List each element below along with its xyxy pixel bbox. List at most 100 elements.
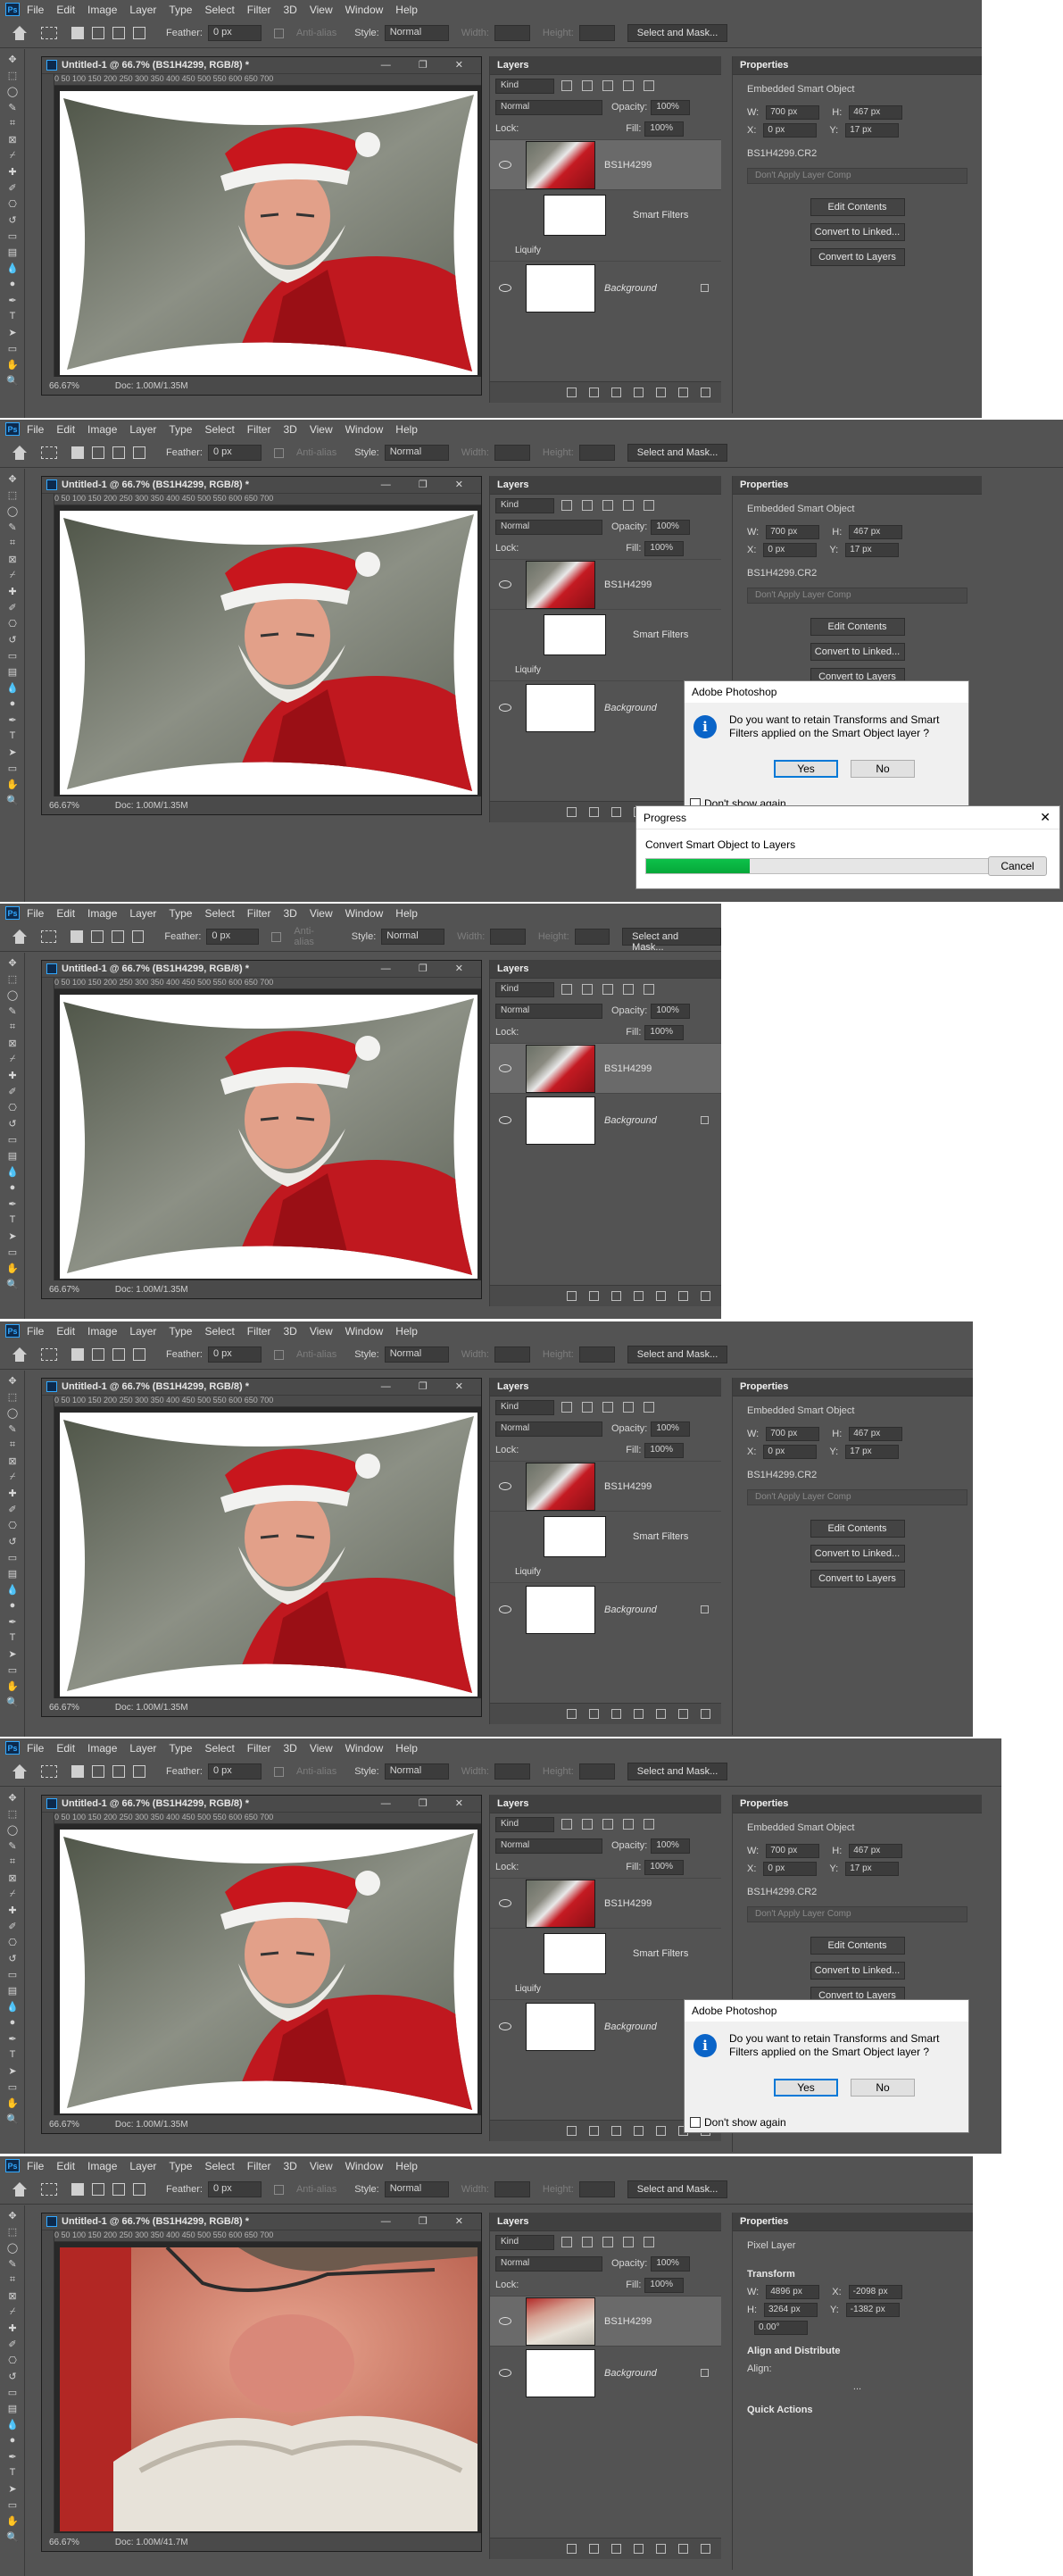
layer-row-background[interactable]: Background [490,1582,721,1636]
crop-tool-icon[interactable]: ⌗ [5,537,20,549]
smart-filters-row[interactable]: Smart Filters [490,1928,721,1978]
menu-image[interactable]: Image [87,1325,117,1338]
w-input[interactable]: 4896 px [766,2285,820,2299]
rectangle-tool-icon[interactable]: ▭ [5,2080,20,2093]
smart-object-filter-icon[interactable] [644,80,654,91]
height-input[interactable] [578,1346,615,1363]
adjustment-filter-icon[interactable] [582,500,593,511]
document-tab[interactable]: Untitled-1 @ 66.7% (BS1H4299, RGB/8) * — … [42,1379,481,1396]
pixel-filter-icon[interactable] [561,2237,572,2247]
menu-filter[interactable]: Filter [247,4,271,16]
zoom-tool-icon[interactable]: 🔍 [5,2113,20,2125]
quick-select-tool-icon[interactable]: ✎ [5,1839,20,1852]
subtract-selection-icon[interactable] [112,1765,125,1778]
type-filter-icon[interactable] [602,1819,613,1830]
kind-filter-select[interactable]: Kind [495,497,554,513]
height-input[interactable] [578,25,615,41]
window-controls[interactable]: — ❐ ✕ [381,963,476,974]
pen-tool-icon[interactable]: ✒ [5,1197,20,1210]
brush-tool-icon[interactable]: ✐ [5,601,20,613]
menu-image[interactable]: Image [87,1742,117,1755]
menu-file[interactable]: File [27,2160,44,2172]
hand-tool-icon[interactable]: ✋ [5,1680,20,1692]
menu-edit[interactable]: Edit [56,907,75,920]
pen-tool-icon[interactable]: ✒ [5,713,20,726]
x-input[interactable]: 0 px [763,543,818,557]
blur-tool-icon[interactable]: 💧 [5,681,20,694]
liquify-row[interactable]: Liquify [490,239,721,261]
menu-layer[interactable]: Layer [129,2160,156,2172]
x-input[interactable]: 0 px [763,1445,818,1459]
width-input[interactable] [494,445,530,461]
close-icon[interactable]: ✕ [1040,810,1051,825]
lasso-tool-icon[interactable]: ◯ [5,2241,20,2254]
adjustment-filter-icon[interactable] [582,1402,593,1413]
zoom-level[interactable]: 66.67% [49,801,79,811]
menu-edit[interactable]: Edit [56,2160,75,2172]
intersect-selection-icon[interactable] [133,1765,145,1778]
path-select-tool-icon[interactable]: ➤ [5,1647,20,1660]
opacity-input[interactable]: 100% [651,519,691,535]
yes-button[interactable]: Yes [774,760,838,778]
frame-tool-icon[interactable]: ⊠ [5,553,20,565]
properties-tab[interactable]: Properties [740,2216,788,2227]
more-options-button[interactable]: ... [853,2381,861,2392]
feather-input[interactable]: 0 px [207,1763,262,1780]
marquee-tool-icon[interactable]: ⬚ [5,1390,20,1403]
brush-tool-icon[interactable]: ✐ [5,2338,20,2350]
convert-to-linked-button[interactable]: Convert to Linked... [810,223,905,241]
trash-icon[interactable] [701,1291,710,1301]
canvas[interactable] [60,1830,478,2113]
w-input[interactable]: 700 px [766,1844,820,1858]
shape-filter-icon[interactable] [623,2237,634,2247]
eyedropper-tool-icon[interactable]: ⌿ [5,1888,20,1900]
layers-tab[interactable]: Layers [497,60,528,71]
antialias-checkbox[interactable] [273,1766,284,1777]
type-filter-icon[interactable] [602,984,613,995]
smart-object-filter-icon[interactable] [644,1402,654,1413]
smart-filters-row[interactable]: Smart Filters [490,1511,721,1561]
hand-tool-icon[interactable]: ✋ [5,2514,20,2527]
feather-input[interactable]: 0 px [207,25,262,41]
trash-icon[interactable] [701,388,710,397]
layer-row-background[interactable]: Background [490,261,721,314]
menu-file[interactable]: File [27,1325,44,1338]
add-selection-icon[interactable] [92,27,104,39]
layer-row-bs1h4299[interactable]: BS1H4299 [490,139,721,189]
frame-tool-icon[interactable]: ⊠ [5,1872,20,1884]
select-and-mask-button[interactable]: Select and Mask... [627,24,728,42]
eyedropper-tool-icon[interactable]: ⌿ [5,1471,20,1483]
trash-icon[interactable] [701,2544,710,2554]
antialias-checkbox[interactable] [273,2184,284,2195]
clone-stamp-tool-icon[interactable]: ⎔ [5,1519,20,1531]
angle-input[interactable]: 0.00° [754,2321,808,2335]
layers-tab[interactable]: Layers [497,1381,528,1392]
dodge-tool-icon[interactable]: ● [5,1181,20,1194]
blur-tool-icon[interactable]: 💧 [5,1165,20,1178]
eraser-tool-icon[interactable]: ▭ [5,1133,20,1146]
type-filter-icon[interactable] [602,1402,613,1413]
group-icon[interactable] [656,2126,666,2136]
visibility-eye-icon[interactable] [499,704,511,712]
menu-select[interactable]: Select [204,907,234,920]
pen-tool-icon[interactable]: ✒ [5,1615,20,1628]
liquify-row[interactable]: Liquify [490,659,721,680]
rectangle-tool-icon[interactable]: ▭ [5,762,20,774]
pixel-filter-icon[interactable] [561,80,572,91]
mask-icon[interactable] [611,2126,621,2136]
width-input[interactable] [490,929,526,945]
menu-help[interactable]: Help [395,907,418,920]
rectangular-marquee-icon[interactable] [41,1765,57,1778]
menu-image[interactable]: Image [87,907,117,920]
pen-tool-icon[interactable]: ✒ [5,2032,20,2045]
menu-layer[interactable]: Layer [129,423,156,436]
frame-tool-icon[interactable]: ⊠ [5,1455,20,1467]
no-button[interactable]: No [851,760,915,778]
new-layer-icon[interactable] [678,2544,688,2554]
type-filter-icon[interactable] [602,500,613,511]
marquee-tool-icon[interactable]: ⬚ [5,2225,20,2238]
mask-icon[interactable] [611,1709,621,1719]
shape-filter-icon[interactable] [623,500,634,511]
quick-select-tool-icon[interactable]: ✎ [5,2257,20,2270]
home-icon[interactable] [11,930,29,944]
